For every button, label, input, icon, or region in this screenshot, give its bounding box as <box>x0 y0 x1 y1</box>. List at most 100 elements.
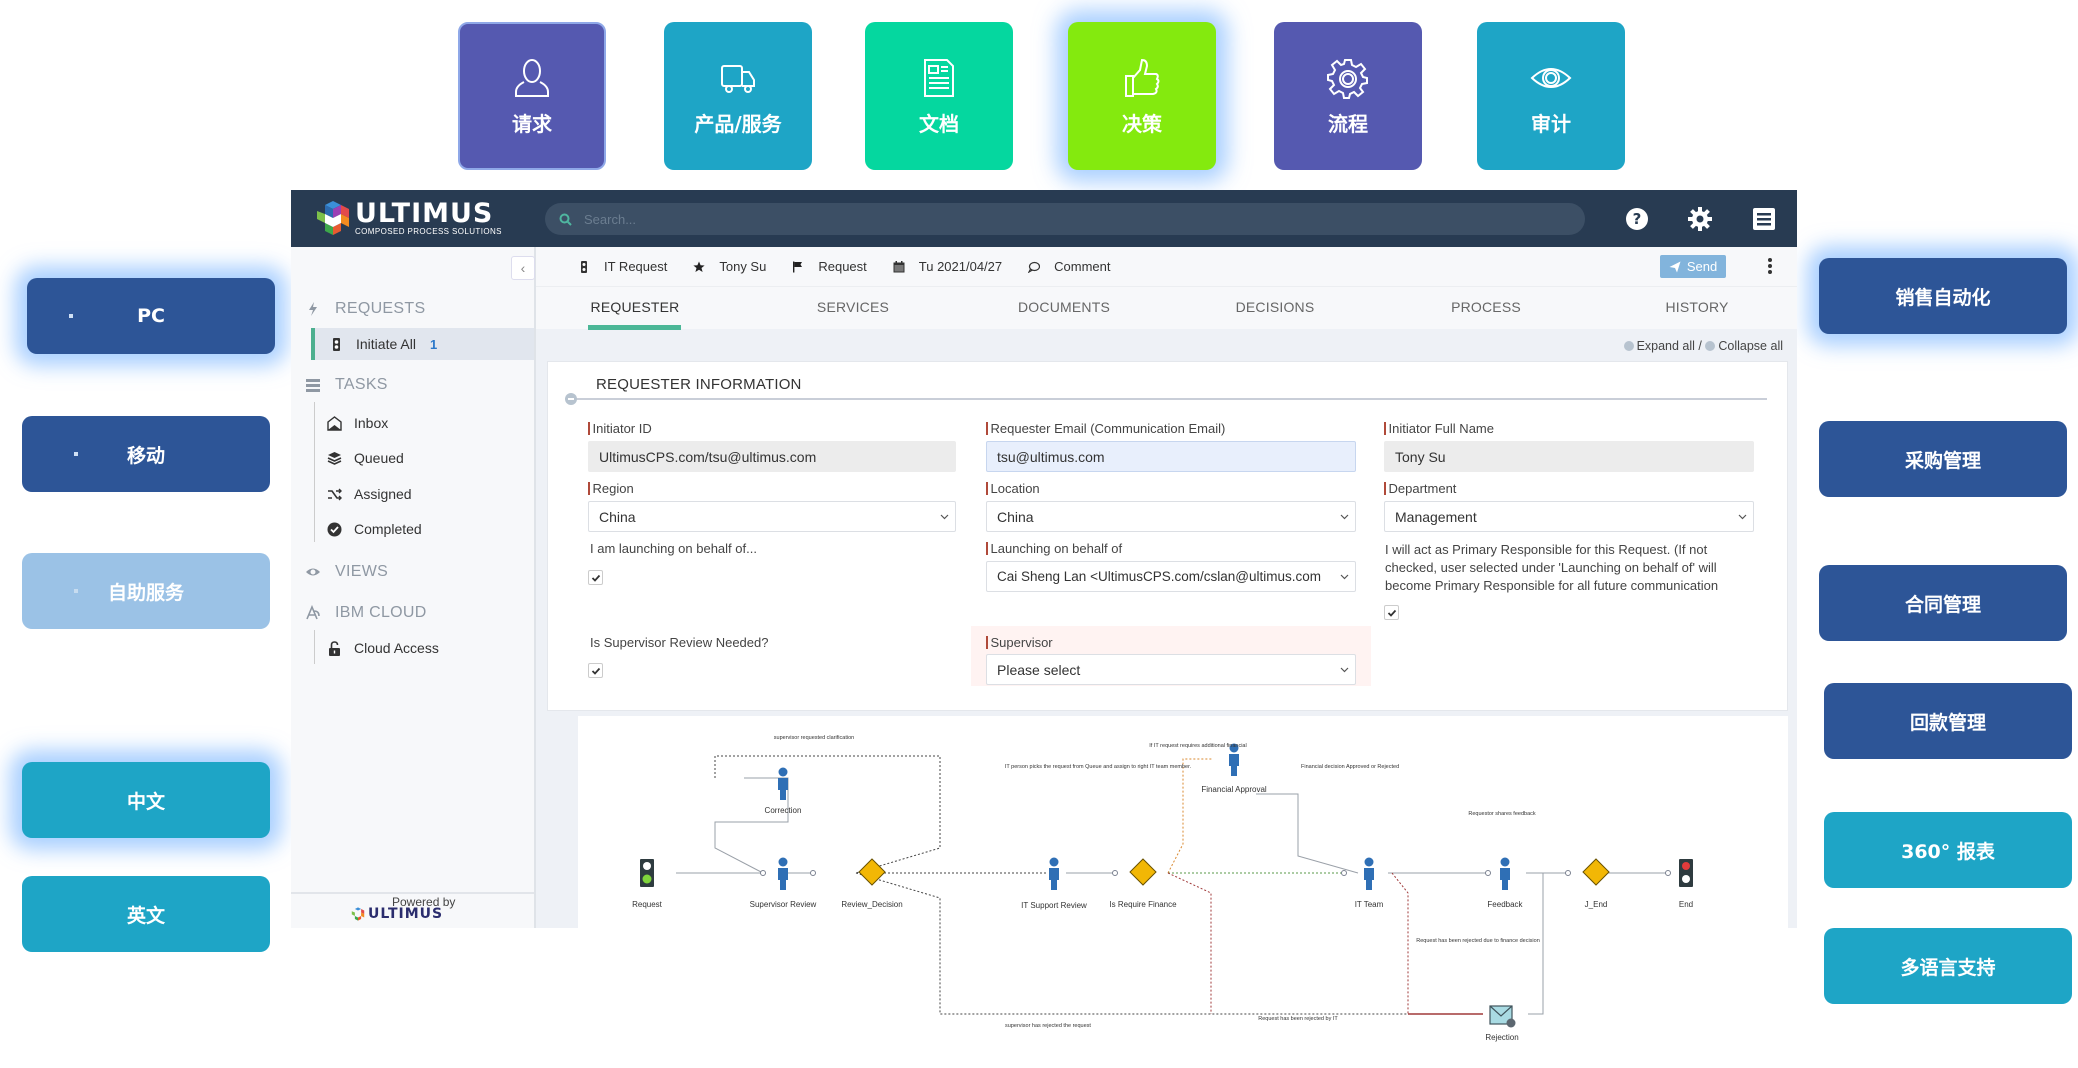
pill-chinese[interactable]: 中文 <box>22 762 270 838</box>
launching-on-behalf-select[interactable]: Cai Sheng Lan <UltimusCPS.com/cslan@ulti… <box>986 561 1356 592</box>
bolt-icon <box>309 302 317 316</box>
crumb-step[interactable]: Request <box>792 259 867 274</box>
crumb-process[interactable]: IT Request <box>578 259 667 274</box>
menu-icon[interactable] <box>1751 206 1777 232</box>
tile-process[interactable]: 流程 <box>1274 22 1422 170</box>
sidebar-item-initiate-all[interactable]: Initiate All 1 <box>311 328 534 360</box>
tab-decisions[interactable]: DECISIONS <box>1236 299 1315 315</box>
location-select[interactable]: China <box>986 501 1356 532</box>
calendar-icon <box>893 260 905 272</box>
node-feedback[interactable]: Feedback <box>1487 857 1524 910</box>
send-button[interactable]: Send <box>1660 255 1726 278</box>
item-label: Completed <box>354 521 422 537</box>
node-j-end[interactable]: J_End <box>1582 858 1610 909</box>
item-label: Cloud Access <box>354 640 439 656</box>
node-label: IT Support Review <box>1021 901 1087 910</box>
pill-pc[interactable]: PC <box>27 278 275 354</box>
node-financial-approval[interactable]: Financial Approval <box>1201 743 1267 795</box>
sidebar-section-ibm-cloud[interactable]: IBM CLOUD <box>305 604 427 622</box>
node-it-team[interactable]: IT Team <box>1355 857 1384 910</box>
field-value: Please select <box>997 661 1081 678</box>
collapse-all-link[interactable]: Collapse all <box>1718 339 1783 353</box>
pill-multilanguage[interactable]: 多语言支持 <box>1824 928 2072 1004</box>
top-bar: ULTIMUS COMPOSED PROCESS SOLUTIONS ? <box>291 190 1797 247</box>
field-value: Management <box>1395 508 1477 525</box>
pill-self-service[interactable]: 自助服务 <box>22 553 270 629</box>
logo-cubes-icon <box>317 201 349 235</box>
crumb-comment[interactable]: Comment <box>1028 259 1111 274</box>
ultimus-logo[interactable]: ULTIMUS COMPOSED PROCESS SOLUTIONS <box>315 199 502 237</box>
pill-collections[interactable]: 回款管理 <box>1824 683 2072 759</box>
annotation: Request has been rejected due to finance… <box>1416 938 1540 944</box>
annotation: Financial decision Approved or Rejected <box>1301 764 1399 770</box>
settings-icon[interactable] <box>1687 206 1713 232</box>
crumb-label: Comment <box>1054 259 1111 274</box>
sidebar-item-assigned[interactable]: Assigned <box>313 478 536 510</box>
node-is-require-finance[interactable]: Is Require Finance <box>1109 858 1177 909</box>
item-label: Inbox <box>354 415 389 431</box>
expand-all-link[interactable]: Expand all / <box>1637 339 1702 353</box>
pill-label: 多语言支持 <box>1900 956 1996 979</box>
region-select[interactable]: China <box>588 501 956 532</box>
pill-mobile[interactable]: 移动 <box>22 416 270 492</box>
annotation: Request has been rejected by IT <box>1258 1016 1338 1022</box>
sidebar-section-views[interactable]: VIEWS <box>305 563 388 581</box>
pill-english[interactable]: 英文 <box>22 876 270 952</box>
sidebar-item-completed[interactable]: Completed <box>313 513 536 545</box>
node-rejection[interactable]: Rejection <box>1485 1005 1519 1042</box>
expand-collapse-controls: Expand all / Collapse all <box>1623 339 1783 353</box>
pill-sales-automation[interactable]: 销售自动化 <box>1819 258 2067 334</box>
field-value: UltimusCPS.com/tsu@ultimus.com <box>599 448 817 465</box>
pill-label: 360° 报表 <box>1901 840 1995 863</box>
crumb-user[interactable]: Tony Su <box>693 259 766 274</box>
sidebar-item-queued[interactable]: Queued <box>313 442 536 474</box>
node-label: End <box>1679 900 1693 909</box>
node-supervisor-review[interactable]: Supervisor Review <box>750 857 817 910</box>
node-label: Correction <box>765 806 802 815</box>
node-it-support-review[interactable]: IT Support Review <box>1021 857 1087 911</box>
node-label: Feedback <box>1487 900 1523 909</box>
node-review-decision[interactable]: Review_Decision <box>841 858 903 909</box>
tab-process[interactable]: PROCESS <box>1451 299 1521 315</box>
tab-requester[interactable]: REQUESTER <box>591 299 680 315</box>
supervisor-select[interactable]: Please select <box>986 654 1356 685</box>
tile-request[interactable]: 请求 <box>458 22 606 170</box>
tab-history[interactable]: HISTORY <box>1665 299 1728 315</box>
more-options-icon[interactable] <box>1765 256 1775 276</box>
tile-label: 文档 <box>919 111 959 136</box>
pill-contract-management[interactable]: 合同管理 <box>1819 565 2067 641</box>
tile-documents[interactable]: 文档 <box>865 22 1013 170</box>
supervisor-review-checkbox[interactable] <box>588 663 603 678</box>
region-label: Region <box>588 481 634 496</box>
tile-audit[interactable]: 审计 <box>1477 22 1625 170</box>
collapse-sidebar-button[interactable]: ‹ <box>511 256 535 280</box>
node-correction[interactable]: Correction <box>765 767 802 816</box>
tab-documents[interactable]: DOCUMENTS <box>1018 299 1110 315</box>
sidebar-section-requests[interactable]: REQUESTS <box>305 300 425 318</box>
help-icon[interactable]: ? <box>1624 206 1650 232</box>
pill-360-reports[interactable]: 360° 报表 <box>1824 812 2072 888</box>
primary-responsible-checkbox[interactable] <box>1384 605 1399 620</box>
crumb-date[interactable]: Tu 2021/04/27 <box>893 259 1002 274</box>
node-end[interactable]: End <box>1679 859 1693 909</box>
collapse-icon <box>1705 341 1716 351</box>
server-icon <box>306 379 320 392</box>
sidebar-section-tasks[interactable]: TASKS <box>305 376 388 394</box>
search-bar[interactable] <box>545 203 1585 235</box>
tab-services[interactable]: SERVICES <box>817 299 889 315</box>
node-request[interactable]: Request <box>632 859 663 909</box>
on-behalf-checkbox[interactable] <box>588 570 603 585</box>
initiator-id-field: UltimusCPS.com/tsu@ultimus.com <box>588 441 956 472</box>
search-input[interactable] <box>584 211 1484 227</box>
department-label: Department <box>1384 481 1457 496</box>
tile-products-services[interactable]: 产品/服务 <box>664 22 812 170</box>
collapse-panel-icon[interactable] <box>565 393 577 405</box>
pill-procurement[interactable]: 采购管理 <box>1819 421 2067 497</box>
requester-email-input[interactable]: tsu@ultimus.com <box>986 441 1356 472</box>
department-select[interactable]: Management <box>1384 501 1754 532</box>
tile-decisions[interactable]: 决策 <box>1068 22 1216 170</box>
sidebar-item-cloud-access[interactable]: Cloud Access <box>313 632 536 664</box>
stack-icon <box>327 451 342 465</box>
sidebar-item-inbox[interactable]: Inbox <box>313 407 536 439</box>
active-tab-indicator <box>588 325 681 330</box>
